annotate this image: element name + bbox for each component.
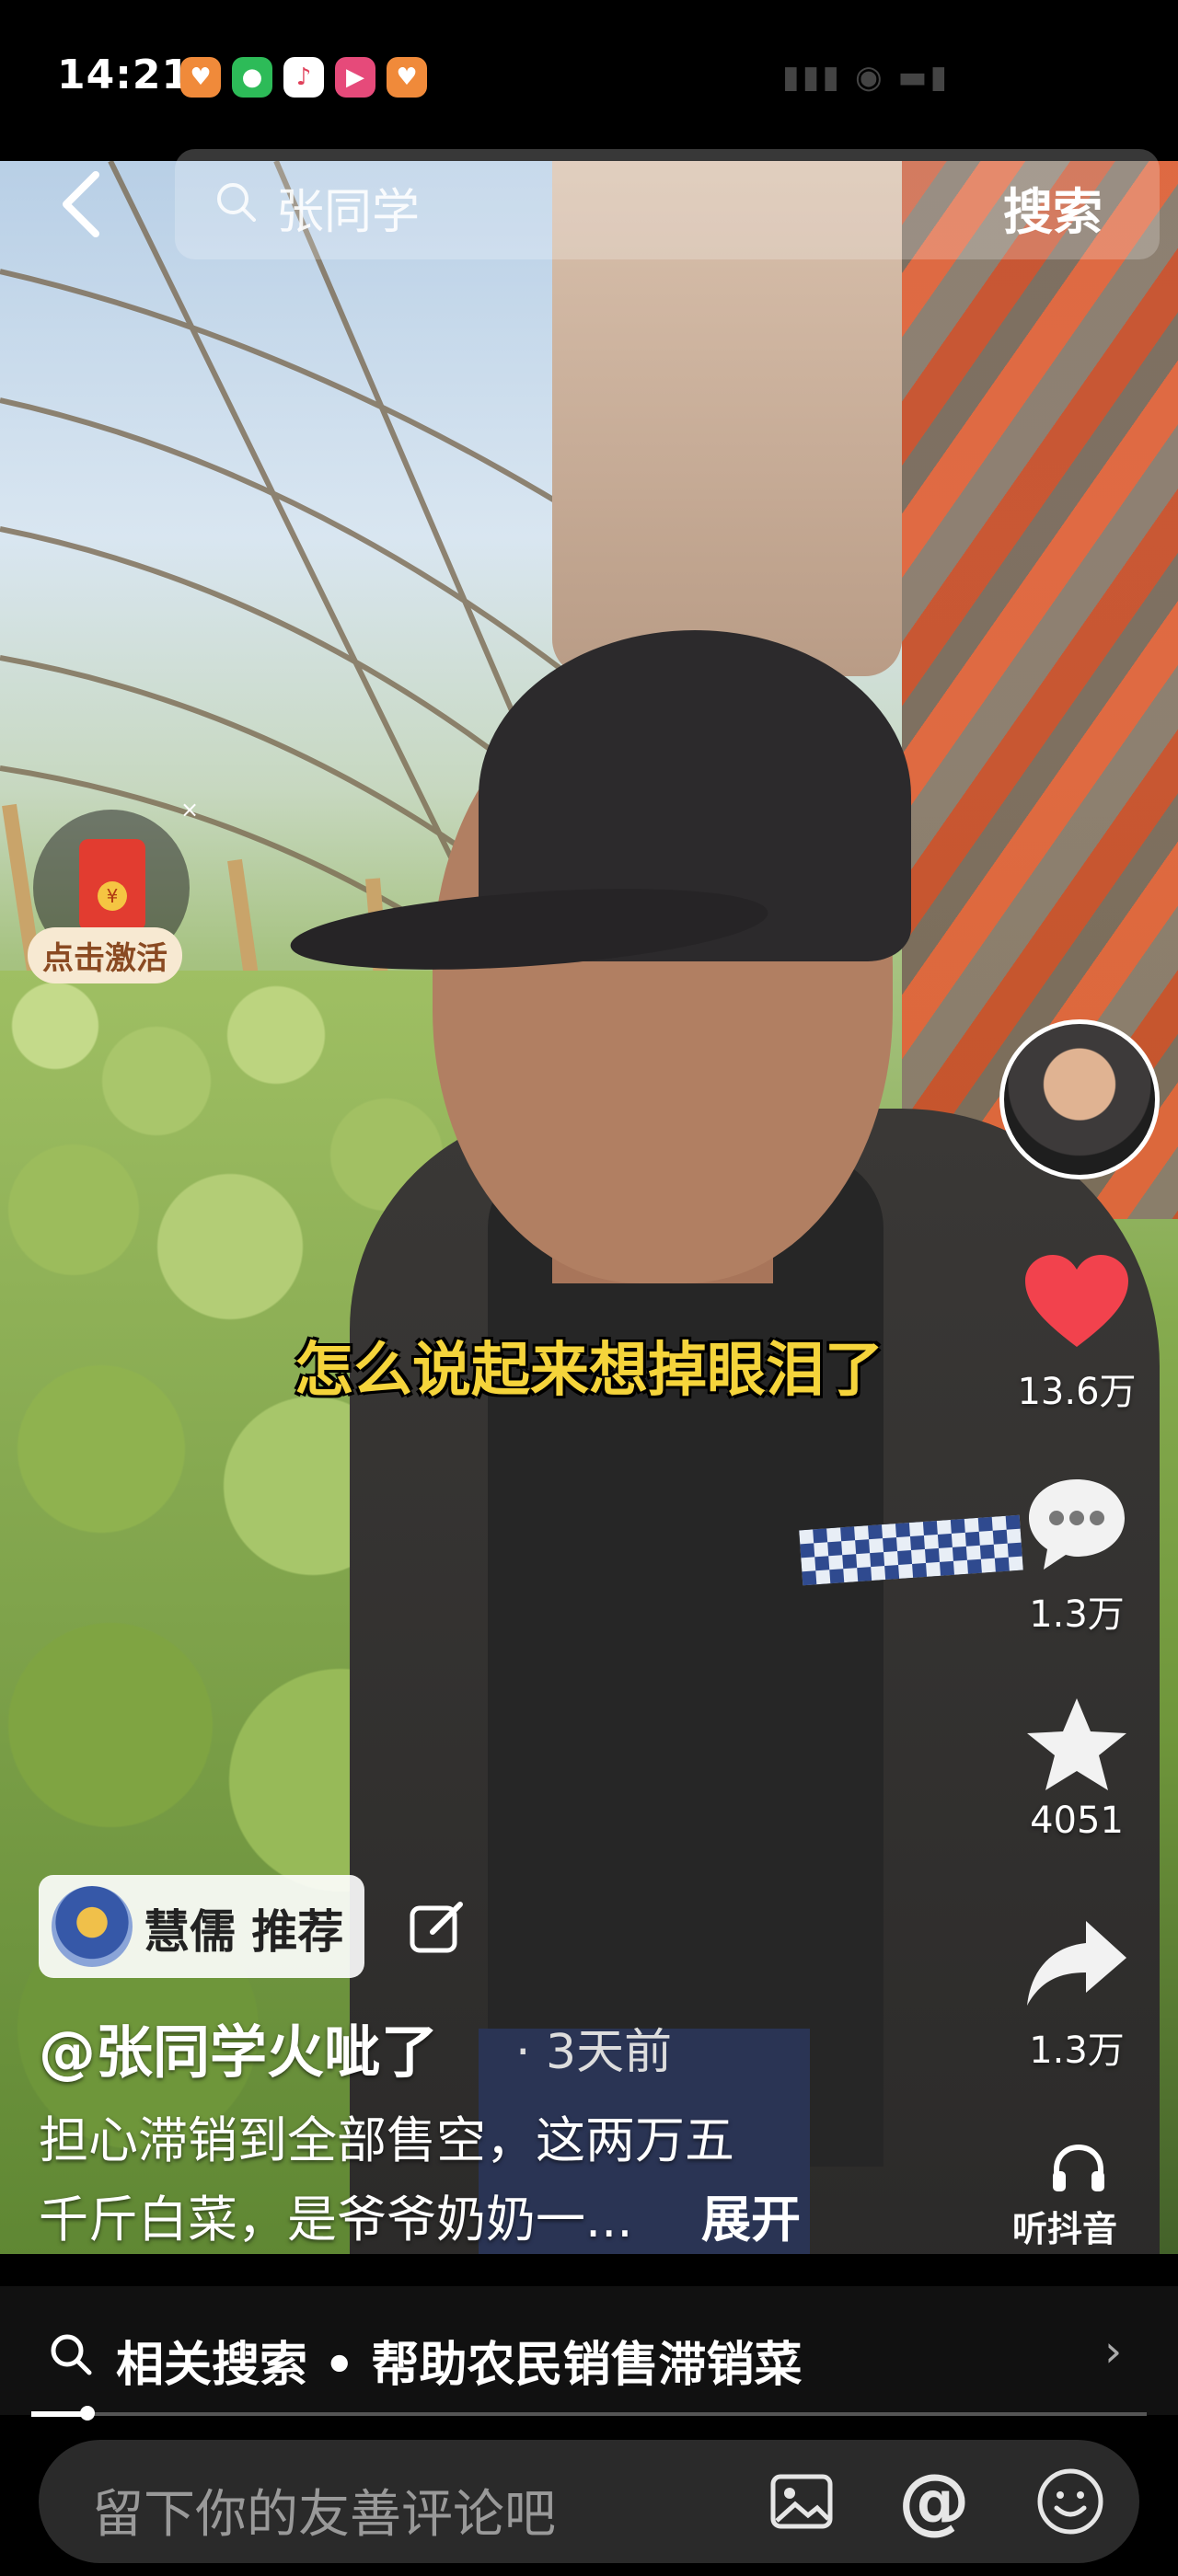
recommender-avatar	[52, 1886, 133, 1967]
author-avatar[interactable]	[999, 1019, 1160, 1179]
recommend-label: 慧儒 推荐	[144, 1905, 344, 1959]
search-icon	[217, 183, 256, 222]
mention-at-icon[interactable]: @	[898, 2460, 970, 2543]
emoji-icon[interactable]	[1034, 2466, 1106, 2537]
back-arrow-icon[interactable]	[50, 167, 114, 241]
like-heart-icon[interactable]	[1022, 1253, 1132, 1354]
comment-input[interactable]: 留下你的友善评论吧	[92, 2473, 556, 2547]
favorite-star-icon[interactable]	[1022, 1695, 1132, 1796]
comment-count: 1.3万	[1029, 1593, 1125, 1636]
author-name[interactable]: @张同学火呲了	[39, 2006, 438, 2088]
wechat-icon: ●	[232, 57, 272, 98]
video-icon: ▶	[335, 57, 375, 98]
listen-label[interactable]: 听抖音	[1012, 2201, 1117, 2251]
comment-icon[interactable]	[1022, 1474, 1132, 1575]
search-icon	[51, 2334, 92, 2375]
red-packet-label[interactable]: 点击激活	[28, 927, 182, 983]
search-input[interactable]: 张同学	[276, 173, 420, 242]
coin-icon: ¥	[98, 881, 127, 911]
status-time: 14:21	[57, 52, 191, 98]
share-count: 1.3万	[1029, 2030, 1125, 2072]
chevron-right-icon[interactable]: ›	[1104, 2326, 1122, 2377]
heart-app-icon: ♥	[387, 57, 427, 98]
share-arrow-icon[interactable]	[1022, 1914, 1132, 2015]
status-indicators: ▮▮▮ ◉ ▬▮	[782, 59, 951, 96]
search-button[interactable]: 搜索	[1003, 171, 1103, 244]
red-packet-close-button[interactable]: ×	[180, 797, 199, 822]
like-count: 13.6万	[1017, 1371, 1137, 1413]
post-description: 千斤白菜，是爷爷奶奶一...	[39, 2191, 633, 2248]
video-progress-track[interactable]	[31, 2412, 1147, 2416]
expand-button[interactable]: 展开	[701, 2179, 801, 2251]
post-time: · 3天前	[515, 2025, 673, 2080]
video-progress-fill	[31, 2411, 87, 2417]
music-icon: ♪	[283, 57, 324, 98]
heart-app-icon: ♥	[180, 57, 221, 98]
headphones-icon[interactable]	[1049, 2142, 1108, 2193]
favorite-count: 4051	[1030, 1800, 1124, 1842]
video-progress-handle[interactable]	[79, 2406, 95, 2421]
edit-icon[interactable]	[405, 1895, 469, 1960]
related-search-text[interactable]: 相关搜索 • 帮助农民销售滞销菜	[116, 2326, 802, 2395]
post-description: 担心滞销到全部售空，这两万五	[39, 2111, 734, 2169]
image-icon[interactable]	[768, 2467, 836, 2536]
